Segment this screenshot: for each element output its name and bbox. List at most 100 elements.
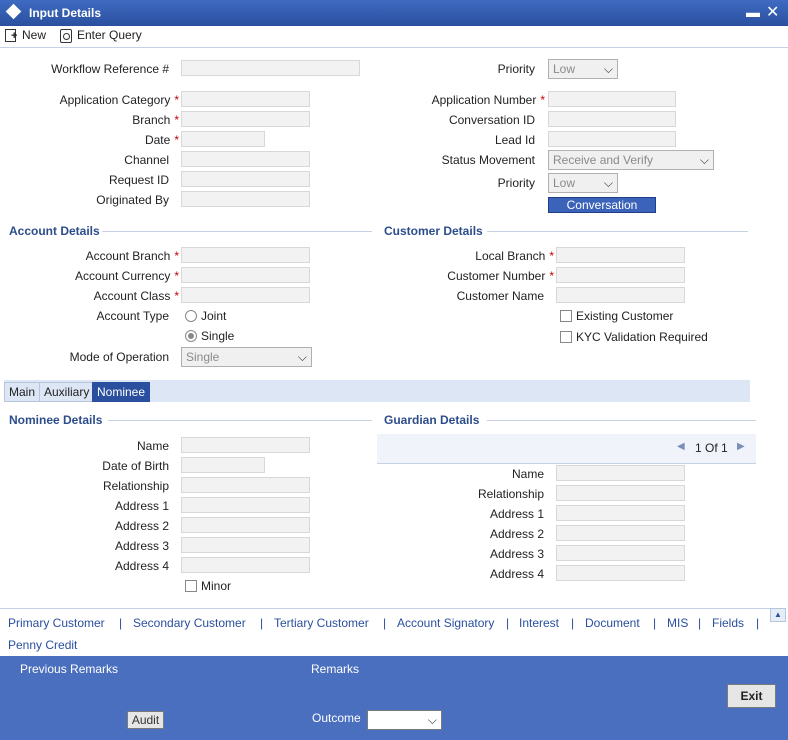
previous-remarks-label: Previous Remarks [20,662,119,676]
previous-record-icon[interactable]: ◀ [677,441,685,452]
tab-main[interactable]: Main [4,382,41,402]
account-class-label: Account Class * [93,289,179,303]
guardian-address4-field[interactable] [556,565,685,581]
conversation-button[interactable]: Conversation [548,197,656,213]
nominee-address3-field[interactable] [181,537,310,553]
nominee-name-label: Name [136,439,169,453]
link-account-signatory[interactable]: Account Signatory [397,616,494,630]
guardian-address1-field[interactable] [556,505,685,521]
tab-nominee[interactable]: Nominee [92,382,151,402]
footer: Previous Remarks Remarks Audit Outcome ⌵… [0,656,788,740]
single-label: Single [201,329,235,343]
subsystem-link-bar: Primary Customer | Secondary Customer | … [0,608,770,656]
priority2-select[interactable]: Low ⌵ [548,173,618,193]
local-branch-field[interactable] [556,247,685,263]
account-class-field[interactable] [181,287,310,303]
remarks-label: Remarks [311,662,360,676]
request-id-label: Request ID [108,173,169,187]
window-title: Input Details [29,6,102,20]
date-field[interactable] [181,131,265,147]
nominee-dob-field[interactable] [181,457,265,473]
guardian-address4-label: Address 4 [489,567,544,581]
link-separator: | [506,616,510,630]
new-button-label: New [22,28,47,42]
chevron-down-icon: ⌵ [297,350,307,364]
nominee-address3-label: Address 3 [114,539,169,553]
conversation-id-field[interactable] [548,111,676,127]
chevron-down-icon: ⌵ [427,713,437,727]
minor-checkbox[interactable] [185,580,197,592]
outcome-label: Outcome [312,711,361,725]
app-category-field[interactable] [181,91,310,107]
next-record-icon[interactable]: ▶ [737,441,745,452]
guardian-address2-field[interactable] [556,525,685,541]
app-number-field[interactable] [548,91,676,107]
close-icon[interactable]: ✕ [766,2,779,22]
guardian-name-field[interactable] [556,465,685,481]
link-tertiary-customer[interactable]: Tertiary Customer [274,616,369,630]
existing-customer-label: Existing Customer [576,309,674,323]
guardian-name-label: Name [511,467,544,481]
link-primary-customer[interactable]: Primary Customer [8,616,105,630]
nominee-address4-label: Address 4 [114,559,169,573]
link-separator: | [383,616,387,630]
guardian-pager: ◀ 1 Of 1 ▶ [377,434,756,464]
branch-field[interactable] [181,111,310,127]
branch-label: Branch * [132,113,179,127]
existing-customer-checkbox[interactable] [560,310,572,322]
nominee-address2-field[interactable] [181,517,310,533]
link-mis[interactable]: MIS [667,616,688,630]
chevron-down-icon: ⌵ [603,176,613,190]
customer-number-field[interactable] [556,267,685,283]
link-separator: | [119,616,123,630]
lead-id-label: Lead Id [494,133,535,147]
status-movement-select[interactable]: Receive and Verify ⌵ [548,150,714,170]
mode-of-operation-select[interactable]: Single ⌵ [181,347,312,367]
link-secondary-customer[interactable]: Secondary Customer [133,616,246,630]
link-document[interactable]: Document [585,616,640,630]
workflow-ref-label: Workflow Reference # [51,62,169,76]
scroll-up-icon[interactable]: ▲ [770,608,786,622]
joint-radio[interactable] [185,310,197,322]
link-penny-credit[interactable]: Penny Credit [8,638,77,652]
tab-auxiliary[interactable]: Auxiliary [39,382,95,402]
link-fields[interactable]: Fields [712,616,744,630]
outcome-select[interactable]: ⌵ [367,710,442,730]
nominee-address4-field[interactable] [181,557,310,573]
guardian-address2-label: Address 2 [489,527,544,541]
customer-divider [487,231,748,232]
originated-by-field[interactable] [181,191,310,207]
priority2-value: Low [553,176,576,190]
joint-label: Joint [201,309,227,323]
guardian-relationship-field[interactable] [556,485,685,501]
priority-select[interactable]: Low ⌵ [548,59,618,79]
nominee-address1-field[interactable] [181,497,310,513]
link-interest[interactable]: Interest [519,616,559,630]
workflow-ref-field[interactable] [181,60,360,76]
single-radio[interactable] [185,330,197,342]
nominee-name-field[interactable] [181,437,310,453]
exit-button[interactable]: Exit [727,684,776,708]
guardian-details-title: Guardian Details [384,413,480,427]
account-currency-field[interactable] [181,267,310,283]
customer-name-field[interactable] [556,287,685,303]
channel-field[interactable] [181,151,310,167]
nominee-relationship-field[interactable] [181,477,310,493]
nominee-divider [108,420,372,421]
request-id-field[interactable] [181,171,310,187]
guardian-address3-label: Address 3 [489,547,544,561]
enter-query-button[interactable]: Enter Query [59,28,142,43]
account-branch-field[interactable] [181,247,310,263]
minimize-icon[interactable]: ▬ [746,4,760,20]
nominee-relationship-label: Relationship [102,479,169,493]
priority-label: Priority [497,62,535,76]
lead-id-field[interactable] [548,131,676,147]
account-branch-label: Account Branch * [85,249,179,263]
priority-value: Low [553,62,576,76]
pager-text: 1 Of 1 [695,441,728,455]
guardian-address3-field[interactable] [556,545,685,561]
kyc-checkbox[interactable] [560,331,572,343]
audit-button[interactable]: Audit [127,711,164,729]
guardian-relationship-label: Relationship [477,487,544,501]
new-button[interactable]: New [4,28,46,42]
